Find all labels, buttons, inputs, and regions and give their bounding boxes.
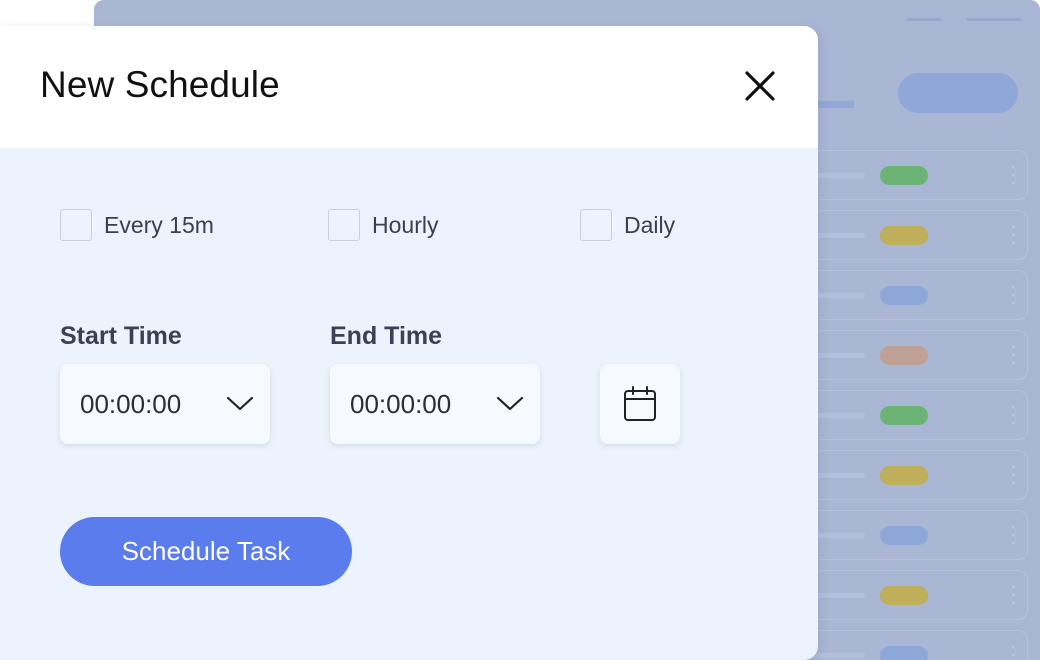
end-time-label: End Time — [330, 322, 443, 350]
schedule-task-button[interactable]: Schedule Task — [60, 517, 352, 586]
background-action-button — [898, 73, 1018, 113]
option-hourly[interactable]: Hourly — [328, 208, 438, 242]
start-time-select[interactable]: 00:00:00 — [60, 364, 270, 444]
chevron-down-icon — [496, 396, 524, 411]
more-options-icon — [1012, 163, 1015, 189]
dialog-title: New Schedule — [40, 64, 280, 105]
dialog-header: New Schedule — [0, 26, 818, 148]
more-options-icon — [1012, 223, 1015, 249]
status-badge — [880, 166, 928, 185]
status-badge — [880, 586, 928, 605]
checkbox[interactable] — [328, 209, 360, 241]
end-time-value: 00:00:00 — [350, 388, 452, 419]
start-time-value: 00:00:00 — [80, 388, 182, 419]
more-options-icon — [1012, 523, 1015, 549]
status-badge — [880, 346, 928, 365]
status-badge — [880, 466, 928, 485]
start-time-label: Start Time — [60, 322, 182, 350]
checkbox[interactable] — [580, 209, 612, 241]
option-label: Every 15m — [104, 211, 214, 238]
calendar-button[interactable] — [600, 364, 680, 444]
close-button[interactable] — [740, 66, 780, 106]
option-every-15m[interactable]: Every 15m — [60, 208, 214, 242]
more-options-icon — [1012, 643, 1015, 660]
option-daily[interactable]: Daily — [580, 208, 675, 242]
close-icon — [745, 71, 775, 101]
status-badge — [880, 226, 928, 245]
status-badge — [880, 286, 928, 305]
more-options-icon — [1012, 283, 1015, 309]
new-schedule-dialog: New Schedule Every 15m Hourly Daily Star… — [0, 26, 818, 660]
status-badge — [880, 526, 928, 545]
more-options-icon — [1012, 403, 1015, 429]
window-control-bar — [966, 18, 1022, 21]
more-options-icon — [1012, 583, 1015, 609]
option-label: Hourly — [372, 211, 439, 238]
checkbox[interactable] — [60, 209, 92, 241]
end-time-select[interactable]: 00:00:00 — [330, 364, 540, 444]
calendar-icon — [624, 386, 656, 421]
chevron-down-icon — [226, 396, 254, 411]
minimize-icon — [906, 18, 942, 21]
option-label: Daily — [624, 211, 676, 238]
more-options-icon — [1012, 343, 1015, 369]
status-badge — [880, 406, 928, 425]
status-badge — [880, 646, 928, 660]
more-options-icon — [1012, 463, 1015, 489]
